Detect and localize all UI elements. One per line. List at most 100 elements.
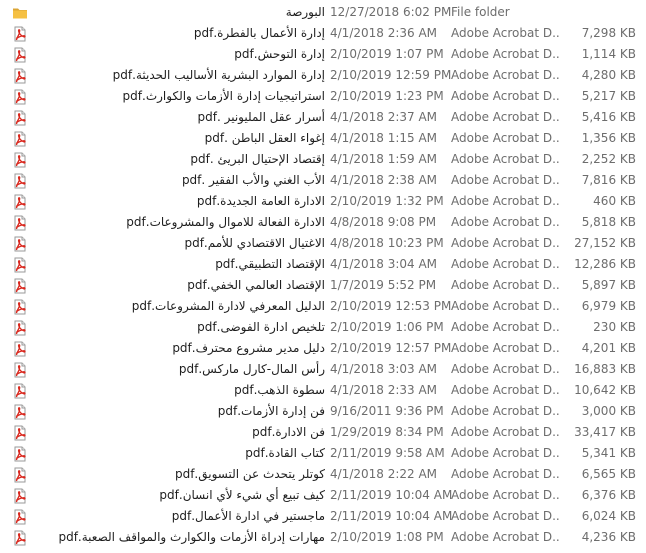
file-size: 5,416 KB <box>581 110 636 124</box>
file-name[interactable]: الادارة العامة الجديدة.pdf <box>33 193 325 210</box>
file-row[interactable]: الادارة الفعالة للاموال والمشروعات.pdf 4… <box>0 212 646 233</box>
file-type: Adobe Acrobat D... <box>451 152 561 166</box>
file-row[interactable]: الادارة العامة الجديدة.pdf 2/10/2019 1:3… <box>0 191 646 212</box>
date-modified: 2/10/2019 12:53 PM <box>330 299 452 313</box>
file-type: Adobe Acrobat D... <box>451 89 561 103</box>
file-size: 1,114 KB <box>581 47 636 61</box>
pdf-icon <box>12 383 28 399</box>
pdf-icon <box>12 362 28 378</box>
date-modified: 4/1/2018 1:59 AM <box>330 152 438 166</box>
file-name[interactable]: استراتيجيات إدارة الأزمات والكوارث.pdf <box>33 88 325 105</box>
date-modified: 4/1/2018 2:33 AM <box>330 383 438 397</box>
pdf-icon <box>12 341 28 357</box>
file-size: 5,341 KB <box>581 446 636 460</box>
file-name[interactable]: ماجستير في ادارة الأعمال.pdf <box>33 508 325 525</box>
file-row[interactable]: إدارة الأعمال بالفطرة.pdf 4/1/2018 2:36 … <box>0 23 646 44</box>
file-size: 6,376 KB <box>581 488 636 502</box>
date-modified: 12/27/2018 6:02 PM <box>330 5 452 19</box>
file-name[interactable]: دليل مدير مشروع محترف.pdf <box>33 340 325 357</box>
pdf-icon <box>12 110 28 126</box>
date-modified: 4/1/2018 2:36 AM <box>330 26 438 40</box>
file-row[interactable]: كوتلر يتحدث عن التسويق.pdf 4/1/2018 2:22… <box>0 464 646 485</box>
file-name[interactable]: إدارة الموارد البشرية الأساليب الحديثة.p… <box>33 67 325 84</box>
file-row[interactable]: الإقتصاد التطبيقي.pdf 4/1/2018 3:04 AM A… <box>0 254 646 275</box>
file-row[interactable]: مهارات إدراة الأزمات والكوارث والمواقف ا… <box>0 527 646 548</box>
file-name[interactable]: إدارة الأعمال بالفطرة.pdf <box>33 25 325 42</box>
file-name[interactable]: الإقتصاد العالمي الخفي.pdf <box>33 277 325 294</box>
pdf-icon <box>12 215 28 231</box>
file-row[interactable]: فن الادارة.pdf 1/29/2019 8:34 PM Adobe A… <box>0 422 646 443</box>
file-type: Adobe Acrobat D... <box>451 194 561 208</box>
file-type: Adobe Acrobat D... <box>451 530 561 544</box>
file-type: Adobe Acrobat D... <box>451 488 561 502</box>
file-name[interactable]: أسرار عقل المليونير .pdf <box>33 109 326 126</box>
pdf-icon <box>12 278 28 294</box>
file-name[interactable]: الادارة الفعالة للاموال والمشروعات.pdf <box>33 214 325 231</box>
file-name[interactable]: كيف تبيع أي شيء لأي انسان.pdf <box>33 487 325 504</box>
file-type: Adobe Acrobat D... <box>451 131 561 145</box>
pdf-icon <box>12 89 28 105</box>
file-size: 7,298 KB <box>581 26 636 40</box>
file-name[interactable]: الأب الغني والأب الفقير .pdf <box>33 172 325 189</box>
file-name[interactable]: كوتلر يتحدث عن التسويق.pdf <box>33 466 325 483</box>
file-name[interactable]: فن الادارة.pdf <box>33 424 325 441</box>
date-modified: 9/16/2011 9:36 PM <box>330 404 444 418</box>
file-row[interactable]: ماجستير في ادارة الأعمال.pdf 2/11/2019 1… <box>0 506 646 527</box>
date-modified: 4/8/2018 9:08 PM <box>330 215 437 229</box>
pdf-icon <box>12 299 28 315</box>
file-name[interactable]: الاغتيال الاقتصادي للأمم.pdf <box>33 235 325 252</box>
file-type: Adobe Acrobat D... <box>451 341 561 355</box>
file-size: 4,280 KB <box>581 68 636 82</box>
file-row[interactable]: دليل مدير مشروع محترف.pdf 2/10/2019 12:5… <box>0 338 646 359</box>
file-name[interactable]: إغواء العقل الباطن .pdf <box>33 130 325 147</box>
file-row[interactable]: إقتصاد الإحتيال البريئ .pdf 4/1/2018 1:5… <box>0 149 646 170</box>
file-name[interactable]: البورصة <box>33 4 325 21</box>
file-size: 2,252 KB <box>581 152 636 166</box>
date-modified: 2/11/2019 9:58 AM <box>330 446 445 460</box>
file-row[interactable]: الاغتيال الاقتصادي للأمم.pdf 4/8/2018 10… <box>0 233 646 254</box>
file-name[interactable]: الإقتصاد التطبيقي.pdf <box>33 256 325 273</box>
file-row[interactable]: كيف تبيع أي شيء لأي انسان.pdf 2/11/2019 … <box>0 485 646 506</box>
file-name[interactable]: سطوة الذهب.pdf <box>33 382 325 399</box>
file-row[interactable]: الدليل المعرفي لادارة المشروعات.pdf 2/10… <box>0 296 646 317</box>
pdf-icon <box>12 530 28 546</box>
file-type: Adobe Acrobat D... <box>451 257 561 271</box>
file-size: 10,642 KB <box>574 383 636 397</box>
file-name[interactable]: كتاب القادة.pdf <box>33 445 325 462</box>
file-row[interactable]: إغواء العقل الباطن .pdf 4/1/2018 1:15 AM… <box>0 128 646 149</box>
file-row[interactable]: تلخيص ادارة الفوضى.pdf 2/10/2019 1:06 PM… <box>0 317 646 338</box>
file-name[interactable]: الدليل المعرفي لادارة المشروعات.pdf <box>33 298 325 315</box>
pdf-icon <box>12 509 28 525</box>
file-row[interactable]: الأب الغني والأب الفقير .pdf 4/1/2018 2:… <box>0 170 646 191</box>
date-modified: 4/1/2018 2:38 AM <box>330 173 438 187</box>
date-modified: 2/10/2019 12:59 PM <box>330 68 452 82</box>
file-row[interactable]: إدارة التوحش.pdf 2/10/2019 1:07 PM Adobe… <box>0 44 646 65</box>
file-type: Adobe Acrobat D... <box>451 404 561 418</box>
file-row[interactable]: كتاب القادة.pdf 2/11/2019 9:58 AM Adobe … <box>0 443 646 464</box>
file-size: 1,356 KB <box>581 131 636 145</box>
date-modified: 2/10/2019 1:07 PM <box>330 47 444 61</box>
date-modified: 4/8/2018 10:23 PM <box>330 236 444 250</box>
file-row[interactable]: رأس المال-كارل ماركس.pdf 4/1/2018 3:03 A… <box>0 359 646 380</box>
file-size: 12,286 KB <box>574 257 636 271</box>
file-name[interactable]: تلخيص ادارة الفوضى.pdf <box>33 319 325 336</box>
file-size: 16,883 KB <box>574 362 636 376</box>
file-row[interactable]: استراتيجيات إدارة الأزمات والكوارث.pdf 2… <box>0 86 646 107</box>
file-row[interactable]: فن إدارة الأزمات.pdf 9/16/2011 9:36 PM A… <box>0 401 646 422</box>
file-name[interactable]: إدارة التوحش.pdf <box>33 46 325 63</box>
file-row[interactable]: الإقتصاد العالمي الخفي.pdf 1/7/2019 5:52… <box>0 275 646 296</box>
file-name[interactable]: مهارات إدراة الأزمات والكوارث والمواقف ا… <box>33 529 325 546</box>
file-row[interactable]: البورصة 12/27/2018 6:02 PM File folder <box>0 2 646 23</box>
date-modified: 4/1/2018 3:03 AM <box>330 362 438 376</box>
file-row[interactable]: أسرار عقل المليونير .pdf 4/1/2018 2:37 A… <box>0 107 646 128</box>
pdf-icon <box>12 26 28 42</box>
date-modified: 1/29/2019 8:34 PM <box>330 425 444 439</box>
file-name[interactable]: رأس المال-كارل ماركس.pdf <box>33 361 325 378</box>
file-name[interactable]: إقتصاد الإحتيال البريئ .pdf <box>33 151 325 168</box>
file-type: Adobe Acrobat D... <box>451 173 561 187</box>
file-size: 27,152 KB <box>574 236 636 250</box>
file-row[interactable]: سطوة الذهب.pdf 4/1/2018 2:33 AM Adobe Ac… <box>0 380 646 401</box>
date-modified: 1/7/2019 5:52 PM <box>330 278 437 292</box>
file-name[interactable]: فن إدارة الأزمات.pdf <box>33 403 325 420</box>
file-row[interactable]: إدارة الموارد البشرية الأساليب الحديثة.p… <box>0 65 646 86</box>
